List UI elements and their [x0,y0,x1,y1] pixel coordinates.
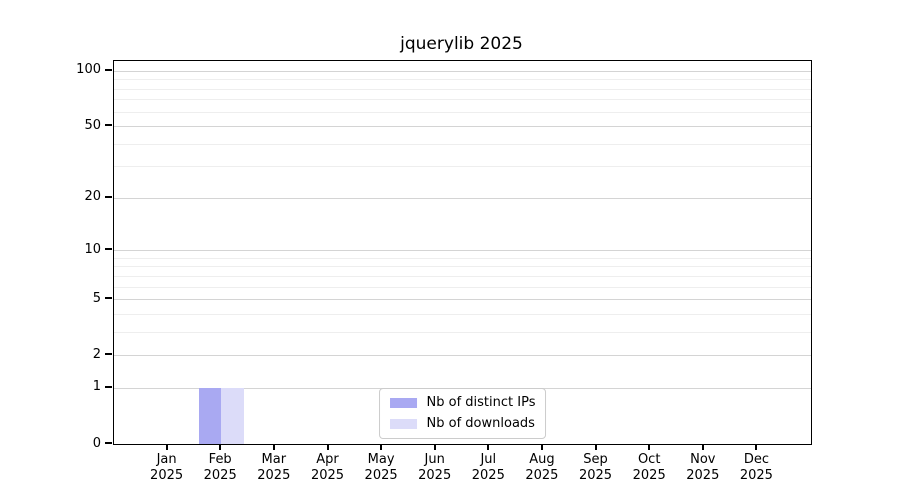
x-axis-tick [326,444,329,450]
legend-swatch-distinct-ips-icon [389,398,417,408]
y-axis-tick-label: 50 [84,117,101,133]
x-axis-tick-label: May 2025 [364,452,398,483]
minor-gridline [114,266,811,268]
legend-item-downloads: Nb of downloads [389,416,536,432]
minor-gridline [114,286,811,288]
x-axis-tick-label: Jul 2025 [471,452,505,483]
minor-gridline [114,275,811,277]
major-gridline [114,126,811,127]
minor-gridline [114,79,811,81]
x-axis-tick [701,444,704,450]
legend-swatch-downloads-icon [389,419,417,429]
bar-distinct-ips [198,387,222,444]
legend-label-distinct-ips: Nb of distinct IPs [426,395,536,410]
y-axis-tick-label: 10 [84,241,101,257]
y-axis-tick [105,297,112,300]
x-axis-tick [755,444,758,450]
bar-downloads [221,387,244,444]
minor-gridline [114,111,811,113]
x-axis-tick [380,444,383,450]
x-axis-tick-label: Feb 2025 [203,452,237,483]
y-axis-tick [105,195,112,198]
y-axis-tick [105,124,112,126]
y-axis-tick [105,248,112,251]
major-gridline [114,299,811,301]
x-axis-tick-label: Nov 2025 [686,452,720,483]
x-axis-tick-label: Mar 2025 [257,452,291,483]
y-axis-tick-label: 2 [92,346,101,362]
x-axis-tick [272,444,275,450]
chart-title: jquerylib 2025 [400,34,523,54]
x-axis-tick-label: Jan 2025 [150,452,184,483]
minor-gridline [114,143,811,145]
legend-label-downloads: Nb of downloads [426,416,535,431]
legend: Nb of distinct IPs Nb of downloads [378,388,547,439]
x-axis-tick [433,444,436,450]
y-axis-tick [105,442,112,444]
x-axis-tick-label: Sep 2025 [578,452,613,483]
y-axis-tick-label: 1 [92,379,101,395]
plot-area: Nb of distinct IPs Nb of downloads [113,60,812,445]
x-axis-tick-label: Aug 2025 [525,452,559,483]
major-gridline [114,355,811,357]
major-gridline [114,250,811,252]
minor-gridline [114,88,811,90]
minor-gridline [114,99,811,101]
minor-gridline [114,257,811,259]
legend-item-distinct-ips: Nb of distinct IPs [389,395,536,411]
minor-gridline [114,331,811,333]
y-axis-tick-label: 20 [84,189,101,205]
y-axis-tick [105,68,112,71]
major-gridline [114,197,811,199]
x-axis-tick [540,444,543,450]
x-axis-tick-label: Dec 2025 [739,452,773,483]
y-axis-tick [105,353,112,356]
x-axis-tick [648,444,651,450]
x-axis-tick-label: Oct 2025 [632,452,666,483]
minor-gridline [114,166,811,168]
x-axis-tick [165,444,168,450]
y-axis-tick [105,385,112,388]
x-axis-tick [487,444,490,450]
x-axis-tick [219,444,222,450]
chart-figure: jquerylib 2025 Nb of distinct IPs Nb of … [0,0,900,500]
y-axis-tick-label: 5 [92,290,101,306]
x-axis-tick [594,444,597,450]
y-axis-tick-label: 0 [92,435,101,451]
y-axis-tick-label: 100 [76,62,101,78]
minor-gridline [114,313,811,315]
major-gridline [114,70,811,72]
x-axis-tick-label: Jun 2025 [418,452,452,483]
x-axis-tick-label: Apr 2025 [310,452,345,483]
